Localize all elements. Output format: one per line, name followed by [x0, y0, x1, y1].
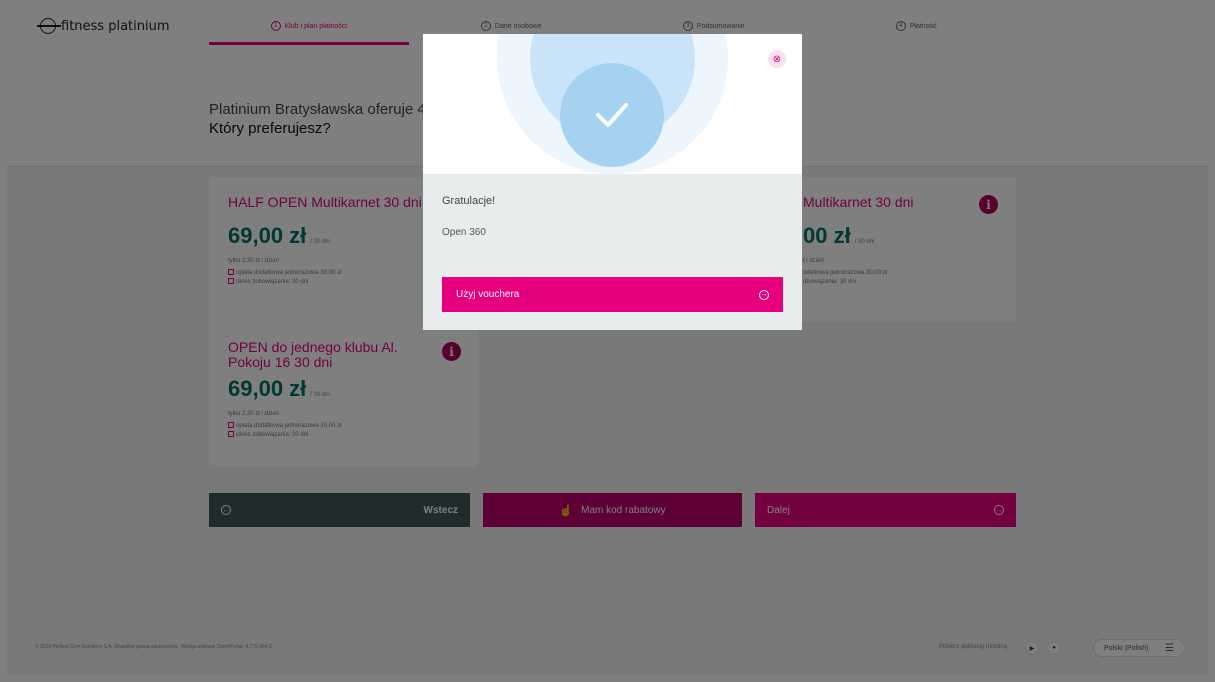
success-circle	[560, 63, 664, 167]
modal-subtext: Open 360	[442, 227, 486, 238]
voucher-success-modal: ⊗ Gratulacje! Open 360 Użyj vouchera →	[423, 34, 802, 330]
modal-heading: Gratulacje!	[442, 195, 496, 207]
use-voucher-button[interactable]: Użyj vouchera →	[442, 277, 783, 312]
use-voucher-label: Użyj vouchera	[456, 289, 520, 300]
modal-illustration: ⊗	[423, 34, 802, 174]
close-icon[interactable]: ⊗	[768, 50, 786, 68]
check-icon	[596, 103, 628, 127]
arrow-right-icon: →	[759, 289, 769, 300]
